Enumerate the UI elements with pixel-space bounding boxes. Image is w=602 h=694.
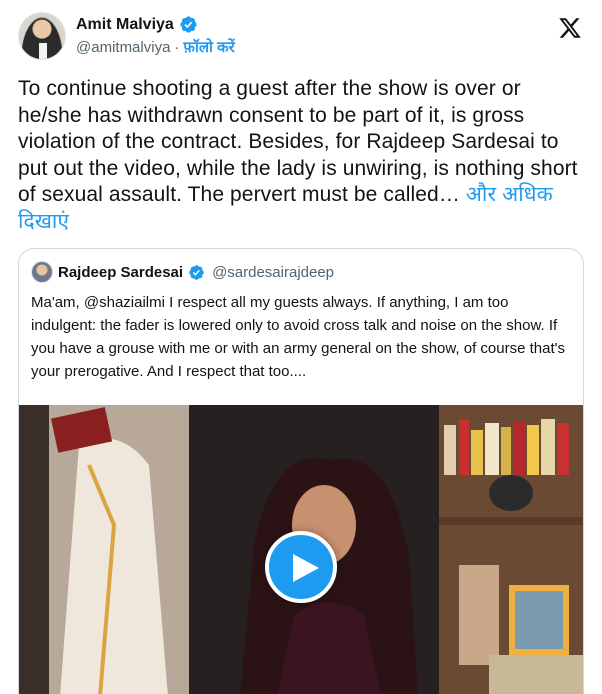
- author-handle[interactable]: @amitmalviya: [76, 39, 170, 56]
- quoted-tweet-header: Rajdeep Sardesai @sardesairajdeep: [31, 261, 334, 283]
- tweet-card: Amit Malviya @amitmalviya · फ़ॉलो करें T…: [0, 0, 602, 694]
- author-names: Amit Malviya @amitmalviya · फ़ॉलो करें: [76, 15, 235, 57]
- author-display-name[interactable]: Amit Malviya: [76, 16, 174, 34]
- handle-separator: ·: [174, 38, 180, 56]
- follow-button[interactable]: फ़ॉलो करें: [183, 37, 234, 57]
- quoted-tweet-text: Ma'am, @shaziailmi I respect all my gues…: [31, 294, 565, 380]
- quoted-author-display-name[interactable]: Rajdeep Sardesai: [58, 264, 183, 281]
- quoted-author-handle[interactable]: @sardesairajdeep: [212, 264, 334, 281]
- quoted-tweet[interactable]: Rajdeep Sardesai @sardesairajdeep Ma'am,…: [18, 248, 584, 694]
- tweet-text: To continue shooting a guest after the s…: [18, 76, 584, 235]
- verified-badge-icon: [180, 16, 197, 33]
- tweet-header: Amit Malviya @amitmalviya · फ़ॉलो करें: [18, 12, 586, 68]
- quoted-author-avatar[interactable]: [31, 261, 53, 283]
- x-logo-icon[interactable]: [558, 16, 582, 40]
- quoted-verified-badge-icon: [189, 264, 204, 280]
- author-avatar[interactable]: [18, 12, 66, 60]
- play-icon: [293, 554, 319, 582]
- video-player[interactable]: [19, 405, 583, 694]
- play-button[interactable]: [265, 531, 337, 603]
